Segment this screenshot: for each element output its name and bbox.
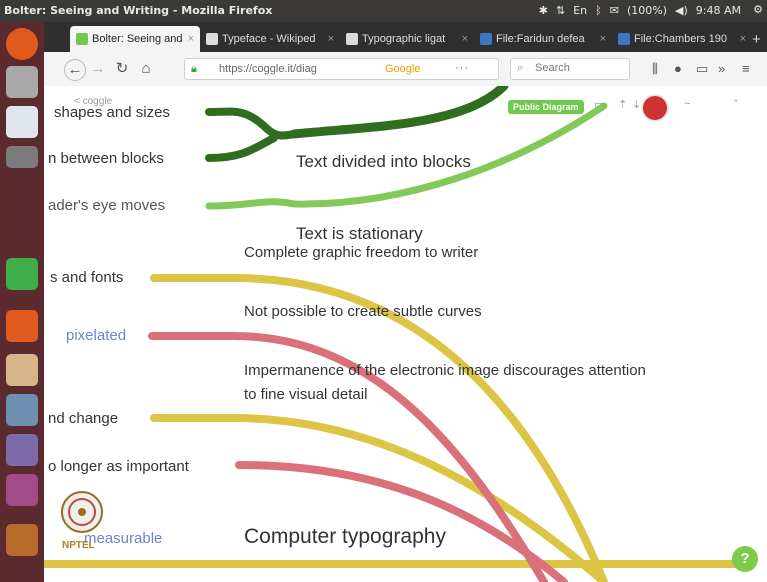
reload-button[interactable]: ↻ bbox=[112, 59, 132, 79]
search-icon: ⌕ bbox=[517, 62, 524, 74]
drive-launcher-icon[interactable] bbox=[6, 146, 38, 168]
search-box[interactable]: ⌕ bbox=[510, 58, 630, 80]
wikimedia-icon bbox=[480, 33, 492, 45]
page-actions-button[interactable]: ··· bbox=[455, 62, 469, 74]
search-engine-label: Google bbox=[385, 63, 421, 75]
close-icon[interactable]: × bbox=[328, 33, 334, 45]
node-text-divided[interactable]: Text divided into blocks bbox=[296, 152, 471, 172]
node-impermanence[interactable]: Impermanence of the electronic image dis… bbox=[244, 362, 646, 379]
branch-dark-green-2 bbox=[205, 107, 298, 140]
nptel-logo-text: NPTEL bbox=[62, 540, 95, 551]
home-button[interactable]: ⌂ bbox=[136, 59, 156, 79]
node-graphic-freedom[interactable]: Complete graphic freedom to writer bbox=[244, 244, 478, 261]
quote-icon[interactable]: ” bbox=[734, 98, 738, 110]
system-tray: ✱ ⇅ En ᛒ ✉ (100%) ◀) 9:48 AM bbox=[539, 4, 741, 17]
writer-launcher-icon[interactable] bbox=[6, 106, 38, 138]
app-launcher-icon-1[interactable] bbox=[6, 394, 38, 426]
node-computer-typography[interactable]: Computer typography bbox=[244, 525, 446, 549]
overflow-icon[interactable]: » bbox=[718, 61, 725, 76]
help-button[interactable]: ? bbox=[732, 546, 758, 572]
app-launcher bbox=[0, 22, 44, 582]
new-tab-button[interactable]: + bbox=[752, 26, 767, 52]
collaborator-icon[interactable]: ~ bbox=[684, 98, 690, 110]
browser-tab-bar: Bolter: Seeing and × Typeface - Wikiped × … bbox=[44, 22, 767, 52]
window-title-bar: Bolter: Seeing and Writing - Mozilla Fir… bbox=[0, 0, 767, 22]
firefox-launcher-icon[interactable] bbox=[6, 28, 38, 60]
volume-icon[interactable]: ◀) bbox=[675, 4, 688, 17]
browser-nav-bar: ← → ↻ ⌂ 🔒︎ https://coggle.it/diag Google… bbox=[44, 52, 767, 87]
wikipedia-icon bbox=[206, 33, 218, 45]
battery-indicator[interactable]: (100%) bbox=[627, 4, 667, 17]
app-launcher-icon-4[interactable] bbox=[6, 524, 38, 556]
nptel-logo bbox=[61, 491, 103, 533]
search-input[interactable] bbox=[533, 61, 627, 75]
tab-faridun[interactable]: File:Faridun defea × bbox=[474, 26, 612, 52]
network-icon[interactable]: ⇅ bbox=[556, 4, 565, 17]
tab-typeface[interactable]: Typeface - Wikiped × bbox=[200, 26, 340, 52]
close-icon[interactable]: × bbox=[600, 33, 606, 45]
coggle-icon bbox=[76, 33, 88, 45]
mindmap-canvas[interactable]: < coggle Public Diagram ▭ ⇡ ⇣ ~ ” shapes… bbox=[44, 86, 767, 582]
library-icon[interactable]: ⫼ bbox=[652, 61, 658, 77]
app-launcher-icon-2[interactable] bbox=[6, 434, 38, 466]
forward-button[interactable]: → bbox=[88, 59, 108, 79]
back-button[interactable]: ← bbox=[64, 59, 86, 81]
node-longer-important[interactable]: o longer as important bbox=[48, 458, 189, 475]
download-icon[interactable]: ⇣ bbox=[632, 98, 641, 111]
node-and-change[interactable]: nd change bbox=[48, 410, 118, 427]
mail-icon[interactable]: ✉ bbox=[610, 4, 619, 17]
node-pixelated[interactable]: pixelated bbox=[66, 327, 126, 344]
tab-bolter[interactable]: Bolter: Seeing and × bbox=[70, 26, 200, 52]
upload-icon[interactable]: ⇡ bbox=[618, 98, 627, 111]
close-icon[interactable]: × bbox=[740, 33, 746, 45]
node-impermanence-line2: to fine visual detail bbox=[244, 386, 368, 403]
node-readers-eye[interactable]: ader's eye moves bbox=[48, 197, 165, 214]
keyboard-layout[interactable]: En bbox=[573, 4, 587, 17]
window-title: Bolter: Seeing and Writing - Mozilla Fir… bbox=[4, 4, 273, 17]
menu-icon[interactable]: ≡ bbox=[742, 61, 750, 76]
wikipedia-icon bbox=[346, 33, 358, 45]
public-diagram-badge[interactable]: Public Diagram bbox=[508, 100, 584, 114]
node-between-blocks[interactable]: n between blocks bbox=[48, 150, 164, 167]
url-bar[interactable]: 🔒︎ https://coggle.it/diag Google ··· bbox=[184, 58, 499, 80]
lock-icon[interactable]: 🔒︎ bbox=[191, 63, 197, 76]
branch-dark-green-1 bbox=[289, 86, 509, 139]
gear-icon[interactable]: ⚙ bbox=[753, 3, 763, 16]
tab-ligatures[interactable]: Typographic ligat × bbox=[340, 26, 474, 52]
software-center-icon[interactable] bbox=[6, 310, 38, 342]
pocket-icon[interactable]: ● bbox=[674, 61, 682, 76]
branch-dark-green-3 bbox=[205, 134, 278, 162]
clock[interactable]: 9:48 AM bbox=[696, 4, 741, 17]
impress-launcher-icon[interactable] bbox=[6, 354, 38, 386]
app-launcher-icon-3[interactable] bbox=[6, 474, 38, 506]
close-icon[interactable]: × bbox=[188, 33, 194, 45]
files-launcher-icon[interactable] bbox=[6, 66, 38, 98]
node-shapes-and-sizes[interactable]: shapes and sizes bbox=[54, 104, 170, 121]
comment-icon[interactable]: ▭ bbox=[594, 98, 604, 111]
avatar[interactable] bbox=[641, 94, 669, 122]
node-subtle-curves[interactable]: Not possible to create subtle curves bbox=[244, 303, 482, 320]
bluetooth-icon[interactable]: ᛒ bbox=[595, 4, 602, 17]
node-text-stationary[interactable]: Text is stationary bbox=[296, 224, 423, 244]
dropbox-icon[interactable]: ✱ bbox=[539, 4, 548, 17]
wikimedia-icon bbox=[618, 33, 630, 45]
calc-launcher-icon[interactable] bbox=[6, 258, 38, 290]
sidebar-icon[interactable]: ▭ bbox=[696, 61, 708, 77]
tab-chambers[interactable]: File:Chambers 190 × bbox=[612, 26, 752, 52]
node-and-fonts[interactable]: s and fonts bbox=[50, 269, 123, 286]
close-icon[interactable]: × bbox=[462, 33, 468, 45]
url-text: https://coggle.it/diag bbox=[219, 63, 317, 75]
